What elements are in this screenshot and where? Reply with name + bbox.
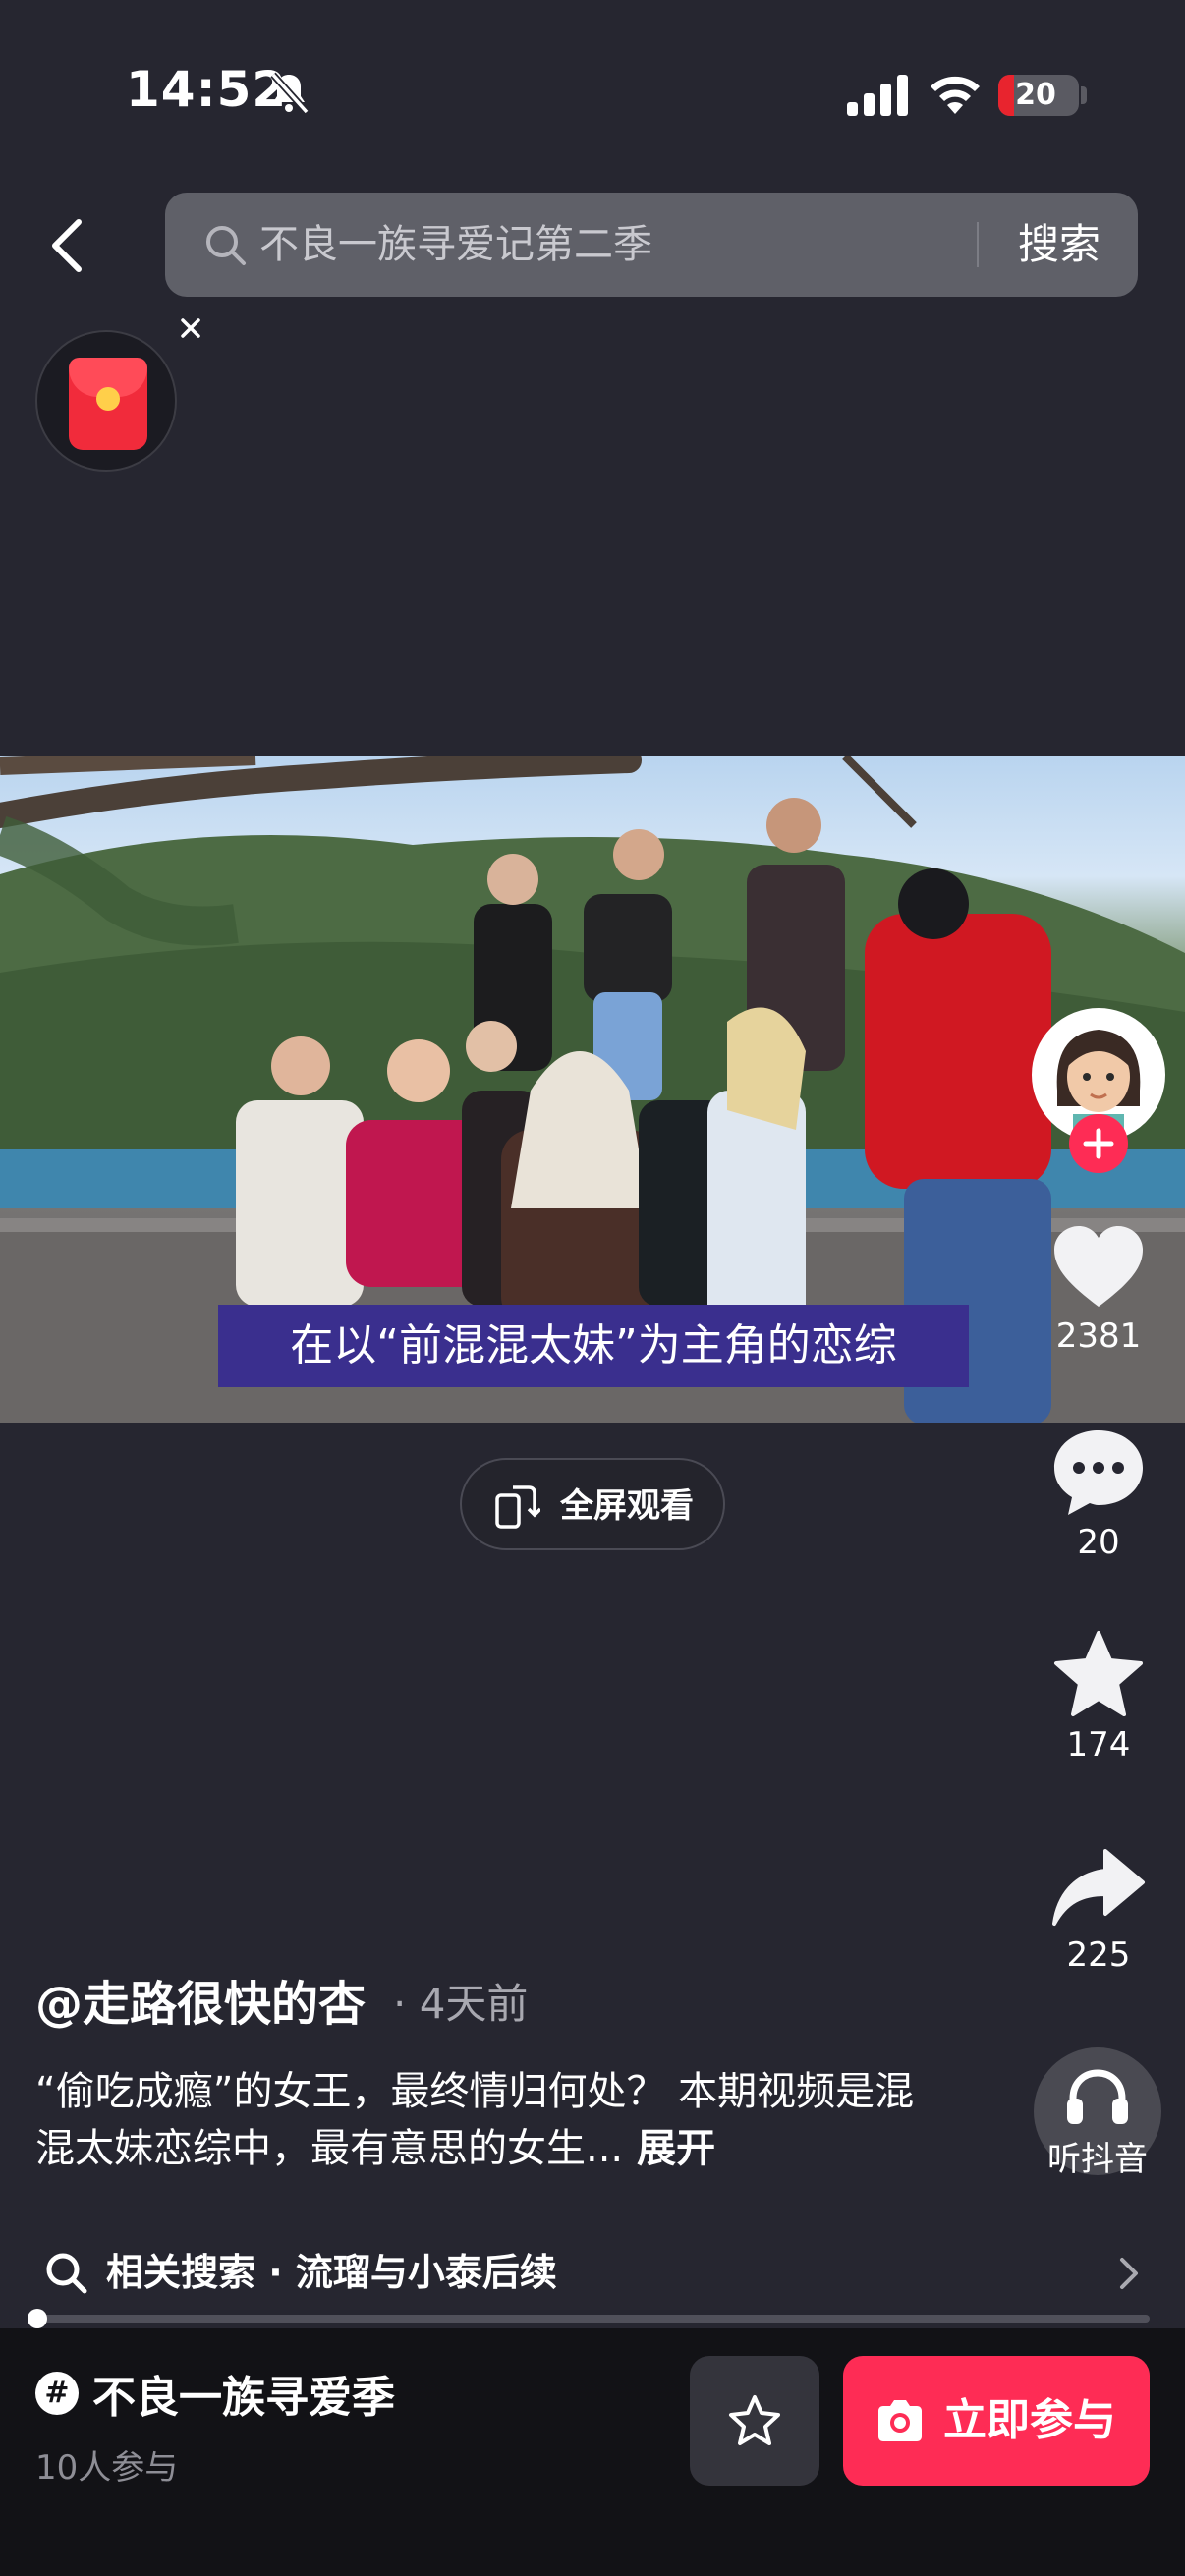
like-count: 2381 xyxy=(1055,1316,1142,1356)
heart-icon xyxy=(1054,1226,1143,1307)
fullscreen-label: 全屏观看 xyxy=(560,1486,694,1526)
chevron-right-icon xyxy=(1120,2258,1138,2289)
share-arrow-icon xyxy=(1052,1849,1145,1926)
comment-icon xyxy=(1054,1430,1143,1515)
related-search-text: 相关搜索 · 流瑠与小泰后续 xyxy=(106,2251,557,2294)
like-button[interactable]: 2381 xyxy=(1030,1224,1167,1356)
video-progress-bar[interactable] xyxy=(35,2315,1150,2323)
favorite-count: 174 xyxy=(1066,1725,1131,1764)
search-icon xyxy=(206,226,246,265)
red-envelope-widget[interactable] xyxy=(35,330,177,472)
caption-text: “偷吃成瘾”的女王，最终情归何处？ 本期视频是混混太妹恋综中，最有意思的女生..… xyxy=(35,2069,915,2171)
wifi-icon xyxy=(931,76,980,114)
favorite-button[interactable]: 174 xyxy=(1030,1629,1167,1764)
topic-bar: # 不良一族寻爱季 10人参与 立即参与 xyxy=(0,2328,1185,2576)
status-bar: 14:52 20 xyxy=(0,0,1185,187)
bell-slash-icon xyxy=(270,72,310,115)
topic-favorite-button[interactable] xyxy=(690,2356,819,2486)
battery-level: 20 xyxy=(1015,78,1056,112)
hashtag-icon: # xyxy=(35,2372,79,2415)
star-outline-icon xyxy=(729,2395,780,2445)
headphones-icon xyxy=(1067,2069,1128,2124)
post-caption: “偷吃成瘾”的女王，最终情归何处？ 本期视频是混混太妹恋综中，最有意思的女生..… xyxy=(35,2063,939,2177)
cellular-signal-icon xyxy=(847,75,908,116)
battery-nub xyxy=(1081,86,1087,104)
comment-count: 20 xyxy=(1077,1523,1120,1562)
star-icon xyxy=(1054,1631,1143,1716)
search-bar[interactable]: 不良一族寻爱记第二季 搜索 xyxy=(165,193,1138,297)
expand-link[interactable]: 展开 xyxy=(637,2126,715,2171)
share-button[interactable]: 225 xyxy=(1030,1847,1167,1975)
post-time: · 4天前 xyxy=(393,1980,529,2028)
search-icon xyxy=(46,2253,87,2294)
comment-button[interactable]: 20 xyxy=(1030,1427,1167,1562)
close-icon[interactable] xyxy=(175,312,206,344)
share-count: 225 xyxy=(1066,1935,1131,1975)
search-divider xyxy=(977,222,979,267)
author-name[interactable]: @走路很快的杏 xyxy=(35,1965,366,2034)
join-now-label: 立即参与 xyxy=(943,2395,1116,2445)
chevron-left-icon[interactable] xyxy=(45,216,90,275)
participant-count: 10人参与 xyxy=(35,2448,179,2488)
video-subtitle: 在以“前混混太妹”为主角的恋综 xyxy=(218,1305,969,1387)
search-button[interactable]: 搜索 xyxy=(981,193,1138,297)
red-envelope-icon xyxy=(69,358,147,450)
fullscreen-button[interactable]: 全屏观看 xyxy=(460,1458,725,1550)
follow-button[interactable] xyxy=(1069,1114,1128,1173)
related-search-bar[interactable]: 相关搜索 · 流瑠与小泰后续 xyxy=(35,2240,1150,2309)
topic-title[interactable]: 不良一族寻爱季 xyxy=(92,2362,395,2425)
rotate-screen-icon xyxy=(495,1485,540,1529)
video-progress-handle[interactable] xyxy=(28,2309,47,2328)
status-time: 14:52 xyxy=(126,61,288,118)
camera-icon xyxy=(878,2400,922,2441)
search-input[interactable]: 不良一族寻爱记第二季 xyxy=(259,216,652,273)
plus-icon xyxy=(1083,1128,1114,1159)
join-now-button[interactable]: 立即参与 xyxy=(843,2356,1150,2486)
red-envelope-coin xyxy=(96,387,120,411)
listen-label[interactable]: 听抖音 xyxy=(1018,2132,1177,2180)
battery-icon: 20 xyxy=(998,75,1079,116)
